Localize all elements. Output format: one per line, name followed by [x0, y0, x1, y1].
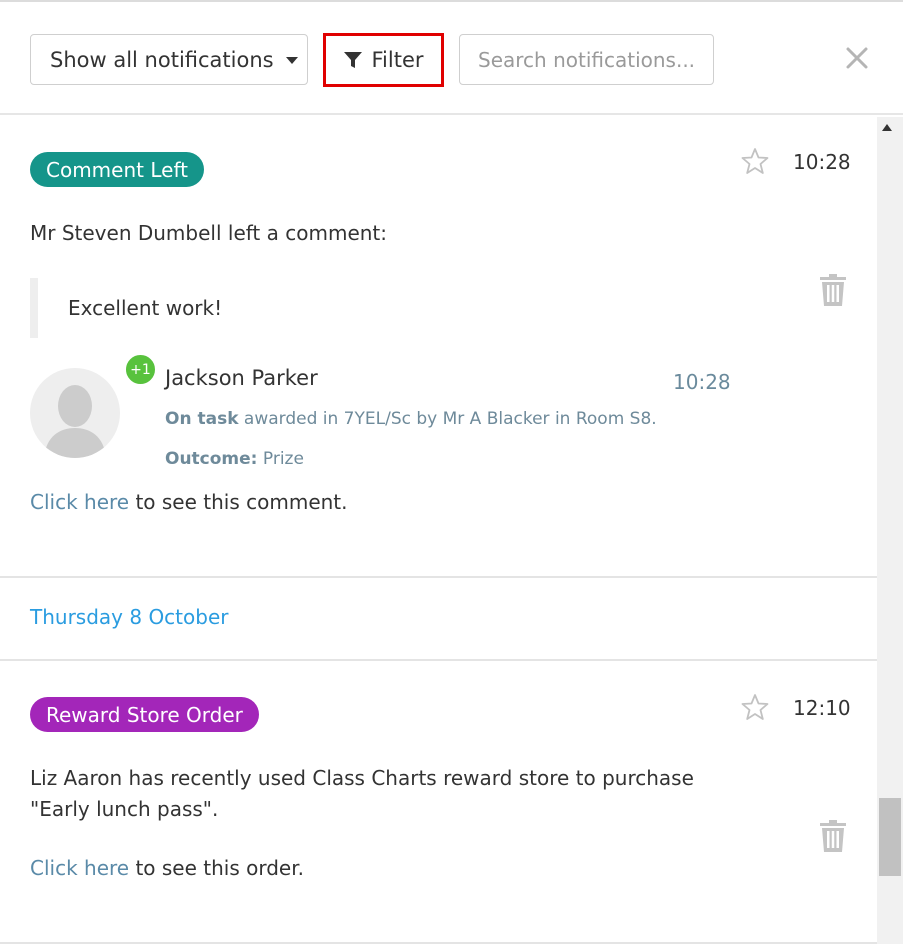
notification-type-badge: Comment Left — [30, 152, 204, 187]
scrollbar-thumb[interactable] — [879, 798, 901, 876]
divider — [0, 576, 877, 578]
award-outcome: Outcome: Prize — [165, 449, 304, 469]
notification-type-badge: Reward Store Order — [30, 697, 259, 732]
star-icon[interactable] — [741, 693, 769, 721]
trash-icon[interactable] — [820, 274, 846, 306]
quote-bar — [30, 278, 38, 338]
dropdown-label: Show all notifications — [50, 47, 274, 72]
link-suffix: to see this order. — [129, 856, 304, 880]
star-icon[interactable] — [741, 147, 769, 175]
search-input[interactable] — [459, 34, 714, 85]
click-here-link[interactable]: Click here — [30, 856, 129, 880]
notification-message: Mr Steven Dumbell left a comment: — [30, 221, 388, 245]
caret-down-icon — [285, 57, 298, 64]
close-icon[interactable] — [845, 46, 869, 70]
outcome-label: Outcome: — [165, 449, 258, 469]
comment-link-line: Click here to see this comment. — [30, 490, 348, 514]
notifications-toolbar: Show all notifications Filter — [0, 0, 903, 115]
notification-time: 10:28 — [793, 150, 851, 174]
notification-message-line1: Liz Aaron has recently used Class Charts… — [30, 766, 694, 790]
notification-message-line2: "Early lunch pass". — [30, 797, 219, 821]
outcome-value: Prize — [257, 449, 304, 469]
click-here-link[interactable]: Click here — [30, 490, 129, 514]
points-badge: +1 — [124, 353, 157, 386]
notification-type-dropdown[interactable]: Show all notifications — [30, 34, 308, 85]
award-description: awarded in 7YEL/Sc by Mr A Blacker in Ro… — [238, 409, 657, 429]
award-time: 10:28 — [673, 370, 731, 394]
filter-label: Filter — [371, 48, 424, 72]
scroll-up-arrow-icon[interactable] — [882, 124, 892, 131]
notification-time: 12:10 — [793, 696, 851, 720]
avatar — [30, 368, 120, 458]
filter-icon — [344, 52, 363, 68]
order-link-line: Click here to see this order. — [30, 856, 304, 880]
link-suffix: to see this comment. — [129, 490, 348, 514]
trash-icon[interactable] — [820, 820, 846, 852]
award-detail: On task awarded in 7YEL/Sc by Mr A Black… — [165, 409, 657, 429]
filter-button[interactable]: Filter — [323, 33, 444, 87]
day-header: Thursday 8 October — [30, 605, 229, 629]
comment-quote: Excellent work! — [68, 296, 223, 320]
user-silhouette-icon — [44, 385, 106, 458]
student-name: Jackson Parker — [165, 366, 318, 390]
behaviour-name: On task — [165, 409, 239, 429]
divider — [0, 659, 877, 661]
